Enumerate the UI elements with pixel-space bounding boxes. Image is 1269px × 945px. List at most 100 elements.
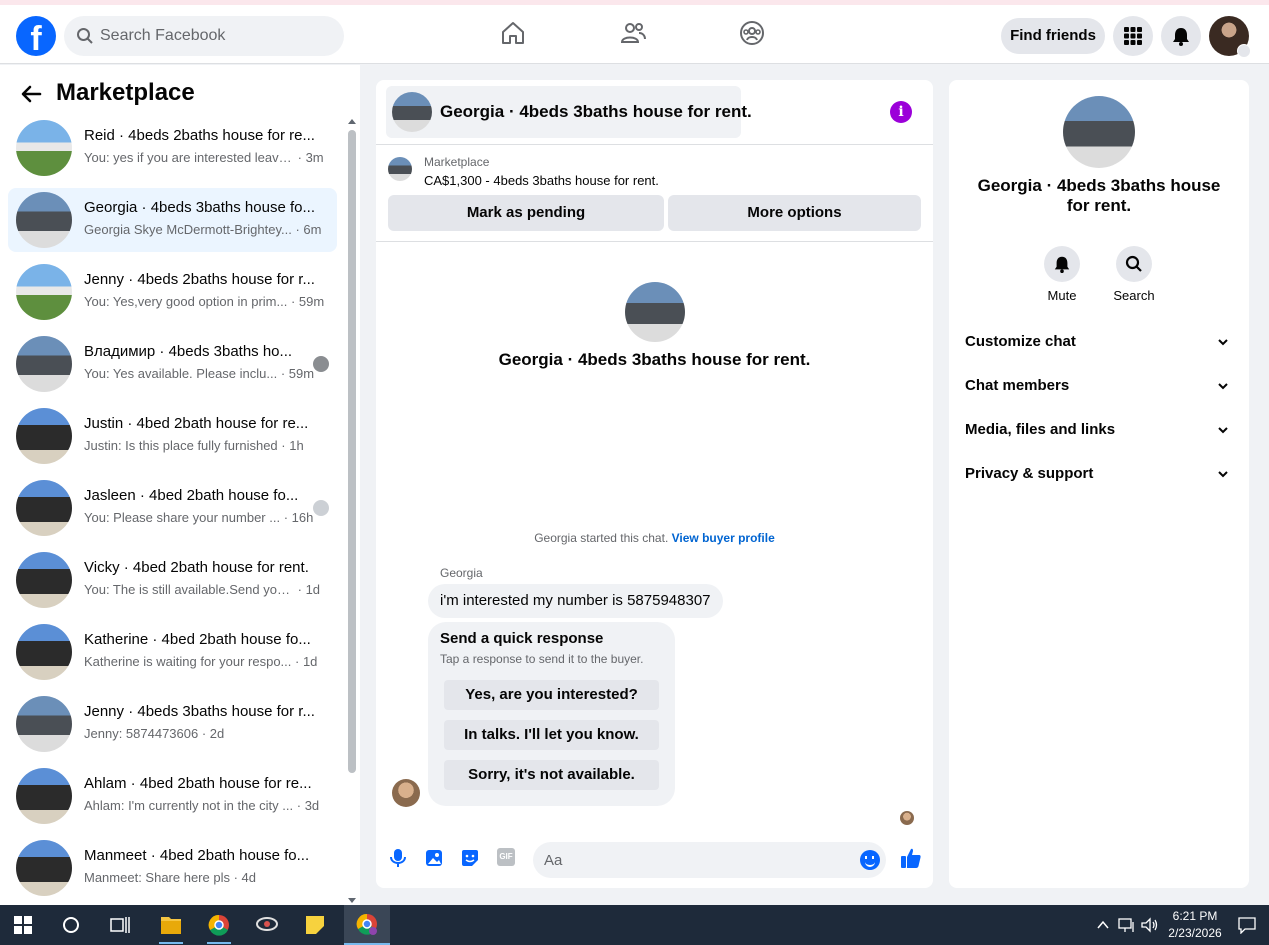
notification-center-icon[interactable] [1238, 916, 1256, 934]
search-input[interactable]: Search Facebook [64, 16, 344, 56]
mark-as-pending-button[interactable]: Mark as pending [388, 195, 664, 231]
chrome-active-taskbar-button[interactable] [344, 905, 390, 945]
task-view-icon[interactable] [110, 916, 130, 934]
conversation-name: Vicky · 4bed 2bath house for rent. [84, 559, 309, 576]
listing-price: CA$1,300 - 4beds 3baths house for rent. [424, 173, 659, 188]
listing-source: Marketplace [424, 155, 490, 169]
conversation-item[interactable]: Ahlam · 4bed 2bath house for re... Ahlam… [8, 764, 337, 828]
chevron-down-icon [1218, 471, 1228, 478]
info-icon[interactable]: i [890, 101, 912, 123]
quick-response-option[interactable]: In talks. I'll let you know. [444, 720, 659, 750]
bell-icon [1054, 256, 1070, 273]
avatar [16, 480, 72, 536]
groups-icon[interactable] [739, 20, 765, 46]
network-icon[interactable] [1118, 917, 1136, 933]
conversation-snippet: You: The is still available.Send your ..… [84, 582, 321, 597]
like-icon[interactable] [900, 847, 922, 869]
listing-avatar-large [625, 282, 685, 342]
conversation-item[interactable]: Vicky · 4bed 2bath house for rent. You: … [8, 548, 337, 612]
avatar [16, 768, 72, 824]
more-options-button[interactable]: More options [668, 195, 921, 231]
conversation-snippet: You: yes if you are interested leave... … [84, 150, 324, 165]
search-icon [1125, 255, 1142, 272]
sticker-icon[interactable] [460, 848, 480, 868]
chat-avatar [392, 92, 432, 132]
system-clock[interactable]: 6:21 PM 2/23/2026 [1162, 908, 1228, 942]
search-label: Search [1113, 288, 1155, 303]
friends-icon[interactable] [620, 20, 646, 46]
message-input[interactable]: Aa [533, 842, 886, 878]
search-in-chat-button[interactable]: Search [1104, 246, 1164, 303]
conversation-item[interactable]: Manmeet · 4bed 2bath house fo... Manmeet… [8, 836, 337, 900]
scroll-up-arrow[interactable] [348, 119, 356, 124]
quick-response-title: Send a quick response [440, 630, 604, 647]
message-input-placeholder: Aa [544, 852, 563, 869]
conversation-item-active[interactable]: Georgia · 4beds 3baths house fo... Georg… [8, 188, 337, 252]
chat-members-section[interactable]: Chat members [965, 364, 1233, 408]
chat-details-avatar [1063, 96, 1135, 168]
emoji-icon[interactable] [860, 850, 880, 870]
conversation-item[interactable]: Владимир · 4beds 3baths ho... You: Yes a… [8, 332, 337, 396]
grid-menu-icon [1124, 27, 1142, 45]
volume-icon[interactable] [1141, 917, 1159, 933]
avatar [16, 192, 72, 248]
view-buyer-profile-link[interactable]: View buyer profile [672, 531, 775, 545]
conversation-name: Владимир · 4beds 3baths ho... [84, 343, 293, 360]
facebook-logo[interactable]: f [16, 16, 56, 56]
conversation-snippet: You: Yes,very good option in prim... · 5… [84, 294, 325, 309]
conversation-snippet: Jenny: 5874473606 · 2d [84, 726, 225, 741]
find-friends-button[interactable]: Find friends [1001, 18, 1105, 54]
chevron-up-icon[interactable] [1096, 918, 1110, 932]
chrome-taskbar-button[interactable] [198, 905, 240, 945]
conversation-snippet: Katherine is waiting for your respo... ·… [84, 654, 318, 669]
listing-avatar [388, 157, 412, 181]
menu-button[interactable] [1113, 16, 1153, 56]
back-arrow-icon[interactable] [20, 83, 42, 105]
conversation-item[interactable]: Jenny · 4beds 2baths house for r... You:… [8, 260, 337, 324]
chat-header[interactable]: Georgia · 4beds 3baths house for rent. [386, 86, 752, 138]
listing-banner: Marketplace CA$1,300 - 4beds 3baths hous… [376, 145, 933, 241]
chat-details-panel: Georgia · 4beds 3baths house for rent. M… [949, 80, 1249, 888]
top-accent-line [0, 0, 1269, 5]
photo-icon[interactable] [425, 848, 443, 868]
clock-date: 2/23/2026 [1168, 926, 1222, 940]
conversation-item[interactable]: Jenny · 4beds 3baths house for r... Jenn… [8, 692, 337, 756]
windows-taskbar: 6:21 PM 2/23/2026 [0, 905, 1269, 945]
chat-started-note: Georgia started this chat. View buyer pr… [534, 531, 775, 545]
conversation-item[interactable]: Katherine · 4bed 2bath house fo... Kathe… [8, 620, 337, 684]
conversation-item[interactable]: Jasleen · 4bed 2bath house fo... You: Pl… [8, 476, 337, 540]
scrollbar[interactable] [346, 117, 358, 905]
app-taskbar-button[interactable] [246, 905, 288, 945]
chrome-icon [207, 914, 231, 944]
chat-title: Georgia · 4beds 3baths house for rent. [440, 102, 752, 121]
media-files-links-section[interactable]: Media, files and links [965, 408, 1233, 452]
gif-icon[interactable]: GIF [497, 848, 515, 866]
quick-response-option[interactable]: Sorry, it's not available. [444, 760, 659, 790]
conversation-item[interactable]: Justin · 4bed 2bath house for re... Just… [8, 404, 337, 468]
account-avatar[interactable] [1209, 16, 1251, 58]
windows-start-icon[interactable] [14, 916, 32, 934]
quick-response-card: Send a quick response Tap a response to … [428, 622, 675, 806]
bell-icon [1173, 28, 1189, 46]
chrome-icon [356, 913, 377, 935]
file-explorer-taskbar-button[interactable] [150, 905, 192, 945]
customize-chat-section[interactable]: Customize chat [965, 320, 1233, 364]
sticky-notes-taskbar-button[interactable] [294, 905, 336, 945]
quick-response-subtitle: Tap a response to send it to the buyer. [440, 652, 644, 666]
avatar [16, 408, 72, 464]
divider [376, 241, 933, 242]
conversation-item[interactable]: Reid · 4beds 2baths house for re... You:… [8, 116, 337, 180]
privacy-support-section[interactable]: Privacy & support [965, 452, 1233, 496]
page-title: Marketplace [56, 79, 195, 106]
conversation-name: Jasleen · 4bed 2bath house fo... [84, 487, 299, 504]
quick-response-option[interactable]: Yes, are you interested? [444, 680, 659, 710]
scrollbar-thumb[interactable] [348, 130, 356, 773]
chat-details-title: Georgia · 4beds 3baths house for rent. [977, 176, 1221, 215]
home-icon[interactable] [500, 20, 526, 46]
mute-button[interactable]: Mute [1032, 246, 1092, 303]
microphone-icon[interactable] [389, 848, 407, 868]
scroll-down-arrow[interactable] [348, 898, 356, 903]
cortana-search-icon[interactable] [62, 916, 80, 934]
notifications-button[interactable] [1161, 16, 1201, 56]
conversation-name: Justin · 4bed 2bath house for re... [84, 415, 309, 432]
